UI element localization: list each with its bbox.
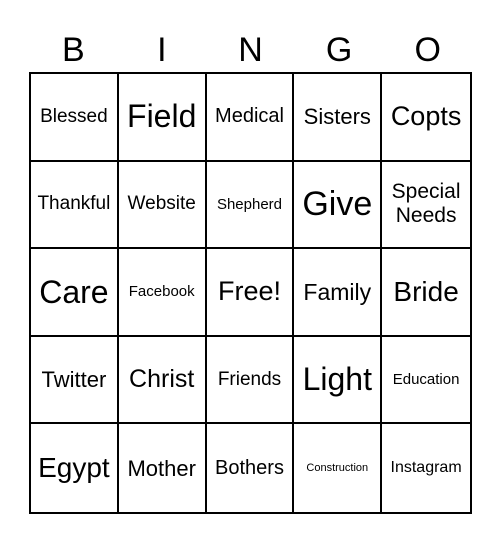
bingo-cell[interactable]: Field — [118, 74, 207, 162]
bingo-cell[interactable]: Thankful — [31, 161, 119, 250]
cell-text: Thankful — [37, 193, 111, 215]
cell-text: Christ — [129, 365, 195, 394]
cell-text: Care — [39, 273, 109, 310]
cell-text: Bride — [393, 275, 459, 307]
cell-text: Mother — [127, 455, 196, 481]
bingo-cell[interactable]: Education — [382, 337, 470, 425]
bingo-header: B I N G O — [29, 28, 472, 72]
bingo-cell[interactable]: Give — [294, 161, 383, 250]
cell-text: Copts — [390, 101, 462, 132]
cell-text: Special Needs — [391, 180, 461, 228]
bingo-cell[interactable]: Construction — [294, 424, 383, 512]
bingo-cell[interactable]: Free! — [206, 249, 295, 337]
cell-text: Egypt — [38, 452, 110, 484]
bingo-cell[interactable]: Bothers — [207, 424, 295, 512]
bingo-cell[interactable]: Instagram — [382, 424, 470, 512]
bingo-cell[interactable]: Egypt — [31, 424, 119, 512]
bingo-cell[interactable]: Shepherd — [206, 161, 295, 250]
cell-text: Free! — [217, 276, 281, 307]
bingo-cell[interactable]: Friends — [206, 336, 295, 425]
cell-text: Friends — [217, 368, 282, 390]
header-letter: G — [325, 31, 353, 69]
cell-text: Sisters — [303, 104, 371, 130]
cell-text: Website — [127, 193, 196, 215]
bingo-cell[interactable]: Medical — [206, 74, 295, 162]
header-letter: B — [61, 31, 85, 69]
bingo-cell[interactable]: Care — [31, 249, 119, 337]
cell-text: Shepherd — [216, 195, 283, 213]
bingo-cell[interactable]: Twitter — [31, 336, 119, 425]
header-letter: O — [414, 31, 441, 69]
bingo-cell[interactable]: Special Needs — [382, 162, 470, 250]
bingo-cell[interactable]: Website — [118, 161, 207, 250]
bingo-cell[interactable]: Sisters — [294, 74, 383, 162]
header-letter: N — [238, 31, 263, 69]
bingo-cell[interactable]: Bride — [382, 249, 470, 337]
cell-text: Family — [303, 278, 372, 305]
cell-text: Education — [392, 370, 460, 388]
bingo-cell[interactable]: Facebook — [118, 249, 207, 337]
cell-text: Construction — [306, 461, 369, 474]
cell-text: Instagram — [390, 458, 462, 476]
bingo-cell[interactable]: Mother — [119, 424, 207, 512]
bingo-cell[interactable]: Family — [294, 249, 383, 337]
cell-text: Medical — [215, 105, 284, 128]
cell-text: Facebook — [128, 283, 195, 301]
cell-text: Bothers — [215, 456, 284, 479]
header-letter: I — [157, 31, 167, 69]
bingo-cell[interactable]: Light — [294, 336, 383, 425]
bingo-cell[interactable]: Christ — [118, 336, 207, 425]
cell-text: Light — [302, 361, 372, 398]
cell-text: Field — [127, 98, 197, 135]
bingo-grid: Blessed Field Medical Sisters Copts Thankful W… — [29, 72, 472, 514]
cell-text: Give — [302, 184, 373, 223]
bingo-cell[interactable]: Blessed — [31, 74, 119, 162]
bingo-cell[interactable]: Copts — [382, 74, 470, 162]
cell-text: Blessed — [40, 105, 108, 127]
cell-text: Twitter — [41, 366, 107, 392]
